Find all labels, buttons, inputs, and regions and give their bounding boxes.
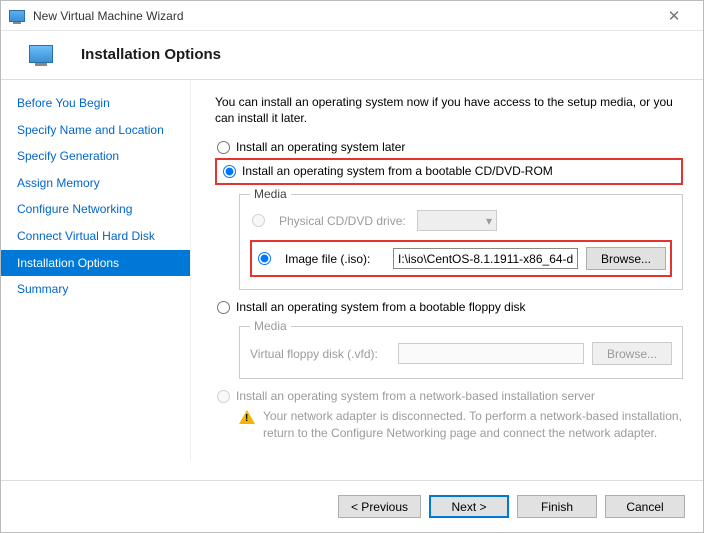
main-panel: You can install an operating system now … <box>191 80 703 461</box>
highlight-cddvd-option: Install an operating system from a boota… <box>215 158 683 185</box>
option-cddvd[interactable]: Install an operating system from a boota… <box>221 162 677 181</box>
header-icon <box>29 45 53 63</box>
wizard-footer: < Previous Next > Finish Cancel <box>1 480 703 532</box>
browse-vfd-button: Browse... <box>592 342 672 365</box>
physical-drive-row: Physical CD/DVD drive: ▾ <box>250 207 672 234</box>
next-button[interactable]: Next > <box>429 495 509 518</box>
close-button[interactable]: ✕ <box>653 2 695 30</box>
wizard-step-assign-memory[interactable]: Assign Memory <box>1 170 190 197</box>
wizard-step-before-you-begin[interactable]: Before You Begin <box>1 90 190 117</box>
image-file-path-input[interactable] <box>393 248 578 269</box>
vfd-label: Virtual floppy disk (.vfd): <box>250 347 390 361</box>
titlebar: New Virtual Machine Wizard ✕ <box>1 1 703 31</box>
cddvd-media-group: Media Physical CD/DVD drive: ▾ Image fil… <box>239 187 683 290</box>
wizard-step-summary[interactable]: Summary <box>1 276 190 303</box>
network-warning-row: Your network adapter is disconnected. To… <box>239 408 683 440</box>
radio-physical-drive <box>252 214 265 227</box>
option-floppy[interactable]: Install an operating system from a boota… <box>215 298 683 317</box>
physical-drive-label: Physical CD/DVD drive: <box>279 214 409 228</box>
option-network: Install an operating system from a netwo… <box>215 387 683 406</box>
highlight-image-row: Image file (.iso): Browse... <box>250 240 672 277</box>
wizard-step-installation-options[interactable]: Installation Options <box>1 250 190 277</box>
image-file-label: Image file (.iso): <box>285 252 385 266</box>
window-title: New Virtual Machine Wizard <box>33 9 184 23</box>
wizard-step-configure-networking[interactable]: Configure Networking <box>1 196 190 223</box>
radio-floppy[interactable] <box>217 301 230 314</box>
cancel-button[interactable]: Cancel <box>605 495 685 518</box>
option-network-label: Install an operating system from a netwo… <box>236 389 595 403</box>
intro-text: You can install an operating system now … <box>215 94 683 126</box>
floppy-media-legend: Media <box>250 319 291 333</box>
app-icon <box>9 10 25 22</box>
option-cddvd-label: Install an operating system from a boota… <box>242 164 553 178</box>
option-install-later-label: Install an operating system later <box>236 140 405 154</box>
cddvd-media-legend: Media <box>250 187 291 201</box>
physical-drive-combo: ▾ <box>417 210 497 231</box>
page-title: Installation Options <box>81 46 221 63</box>
vfd-path-input <box>398 343 584 364</box>
network-warning-text: Your network adapter is disconnected. To… <box>263 408 683 440</box>
radio-cddvd[interactable] <box>223 165 236 178</box>
radio-image-file[interactable] <box>258 252 271 265</box>
previous-button[interactable]: < Previous <box>338 495 421 518</box>
browse-iso-button[interactable]: Browse... <box>586 247 666 270</box>
radio-network <box>217 390 230 403</box>
radio-install-later[interactable] <box>217 141 230 154</box>
option-install-later[interactable]: Install an operating system later <box>215 138 683 157</box>
wizard-steps-sidebar: Before You BeginSpecify Name and Locatio… <box>1 80 191 461</box>
floppy-media-group: Media Virtual floppy disk (.vfd): Browse… <box>239 319 683 379</box>
finish-button[interactable]: Finish <box>517 495 597 518</box>
image-file-row: Image file (.iso): Browse... <box>256 244 666 273</box>
option-floppy-label: Install an operating system from a boota… <box>236 300 526 314</box>
page-header: Installation Options <box>1 31 703 80</box>
wizard-step-specify-name-and-location[interactable]: Specify Name and Location <box>1 117 190 144</box>
vfd-row: Virtual floppy disk (.vfd): Browse... <box>250 339 672 368</box>
warning-icon <box>239 410 255 424</box>
wizard-step-connect-virtual-hard-disk[interactable]: Connect Virtual Hard Disk <box>1 223 190 250</box>
wizard-step-specify-generation[interactable]: Specify Generation <box>1 143 190 170</box>
